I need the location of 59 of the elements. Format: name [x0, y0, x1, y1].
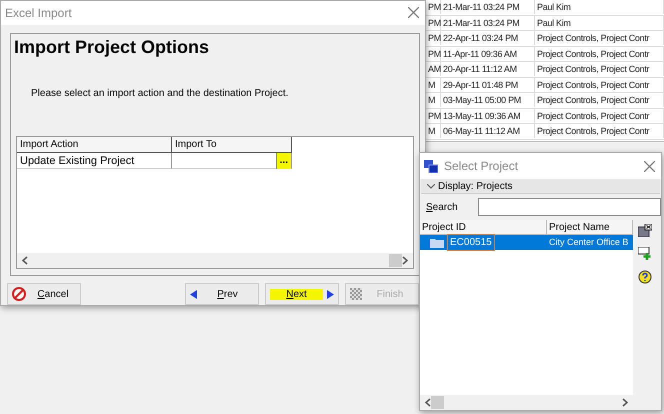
horizontal-scrollbar[interactable] — [17, 252, 413, 268]
left-arrow-icon — [190, 290, 197, 298]
horizontal-scrollbar[interactable] — [420, 395, 633, 410]
next-button[interactable]: Next — [265, 283, 339, 305]
project-name: City Center Office B — [548, 236, 630, 249]
close-icon[interactable] — [408, 7, 419, 18]
chevron-right-icon[interactable] — [402, 256, 409, 265]
table-cell: 29-Apr-11 01:48 PM — [441, 78, 535, 92]
table-cell: 22-Apr-11 03:24 PM — [441, 31, 535, 45]
scrollbar-thumb[interactable] — [389, 254, 402, 267]
window-title: Excel Import — [5, 6, 72, 20]
table-cell: 13-May-11 09:36 AM — [441, 108, 535, 122]
windows-stack-icon — [424, 160, 438, 172]
table-cell: 06-May-11 11:12 AM — [441, 124, 535, 138]
no-entry-icon — [12, 287, 26, 301]
column-header[interactable]: Project Name — [547, 220, 633, 235]
add-window-icon[interactable] — [638, 247, 652, 260]
browse-button[interactable]: ... — [276, 152, 291, 169]
display-label: Display: Projects — [438, 180, 512, 192]
table-cell: 21-Mar-11 03:24 PM — [441, 0, 535, 14]
table-row[interactable]: EC00515 City Center Office B — [420, 235, 633, 250]
table-cell: Project Controls, Project Contr — [535, 93, 664, 107]
instruction-text: Please select an import action and the destination Project. — [31, 88, 290, 99]
close-window-icon[interactable] — [638, 224, 652, 237]
table-cell: Project Controls, Project Contr — [535, 78, 664, 92]
cancel-button[interactable]: Cancel — [7, 283, 81, 305]
column-header[interactable]: Project ID — [420, 220, 547, 235]
window-title: Select Project — [444, 159, 518, 173]
table-cell: Project Controls, Project Contr — [535, 31, 664, 45]
table-cell: Paul Kim — [535, 16, 664, 30]
project-id: EC00515 — [447, 234, 495, 251]
column-header[interactable]: Import Action — [17, 136, 172, 153]
search-field[interactable] — [478, 198, 661, 216]
chevron-left-icon[interactable] — [424, 398, 431, 407]
table-cell: 21-Mar-11 03:24 PM — [441, 16, 535, 30]
table-cell[interactable]: Update Existing Project — [17, 152, 172, 169]
close-icon[interactable] — [644, 160, 655, 172]
table-cell: 11-Apr-11 09:36 AM — [441, 46, 535, 60]
chevron-down-icon — [427, 184, 435, 188]
display-bar[interactable]: Display: Projects — [421, 179, 660, 194]
table-cell: Project Controls, Project Contr — [535, 62, 664, 76]
column-header[interactable]: Import To — [172, 136, 292, 153]
search-label: Search — [426, 202, 458, 212]
chevron-right-icon[interactable] — [622, 398, 629, 407]
table-cell: Paul Kim — [535, 0, 664, 14]
table-cell: 03-May-11 05:00 PM — [441, 93, 535, 107]
table-cell: Project Controls, Project Contr — [535, 124, 664, 138]
scrollbar-thumb[interactable] — [431, 396, 444, 409]
table-cell: 20-Apr-11 11:12 AM — [441, 62, 535, 76]
import-to-cell[interactable]: ... — [172, 152, 292, 169]
chevron-left-icon[interactable] — [21, 256, 28, 265]
checkered-flag-icon — [350, 288, 362, 300]
table-cell: Project Controls, Project Contr — [535, 46, 664, 60]
right-arrow-icon — [327, 290, 334, 298]
table-cell: Project Controls, Project Contr — [535, 108, 664, 122]
page-heading: Import Project Options — [13, 36, 210, 58]
folder-icon — [430, 238, 444, 248]
help-icon[interactable] — [638, 270, 652, 284]
prev-button[interactable]: Prev — [185, 283, 259, 305]
